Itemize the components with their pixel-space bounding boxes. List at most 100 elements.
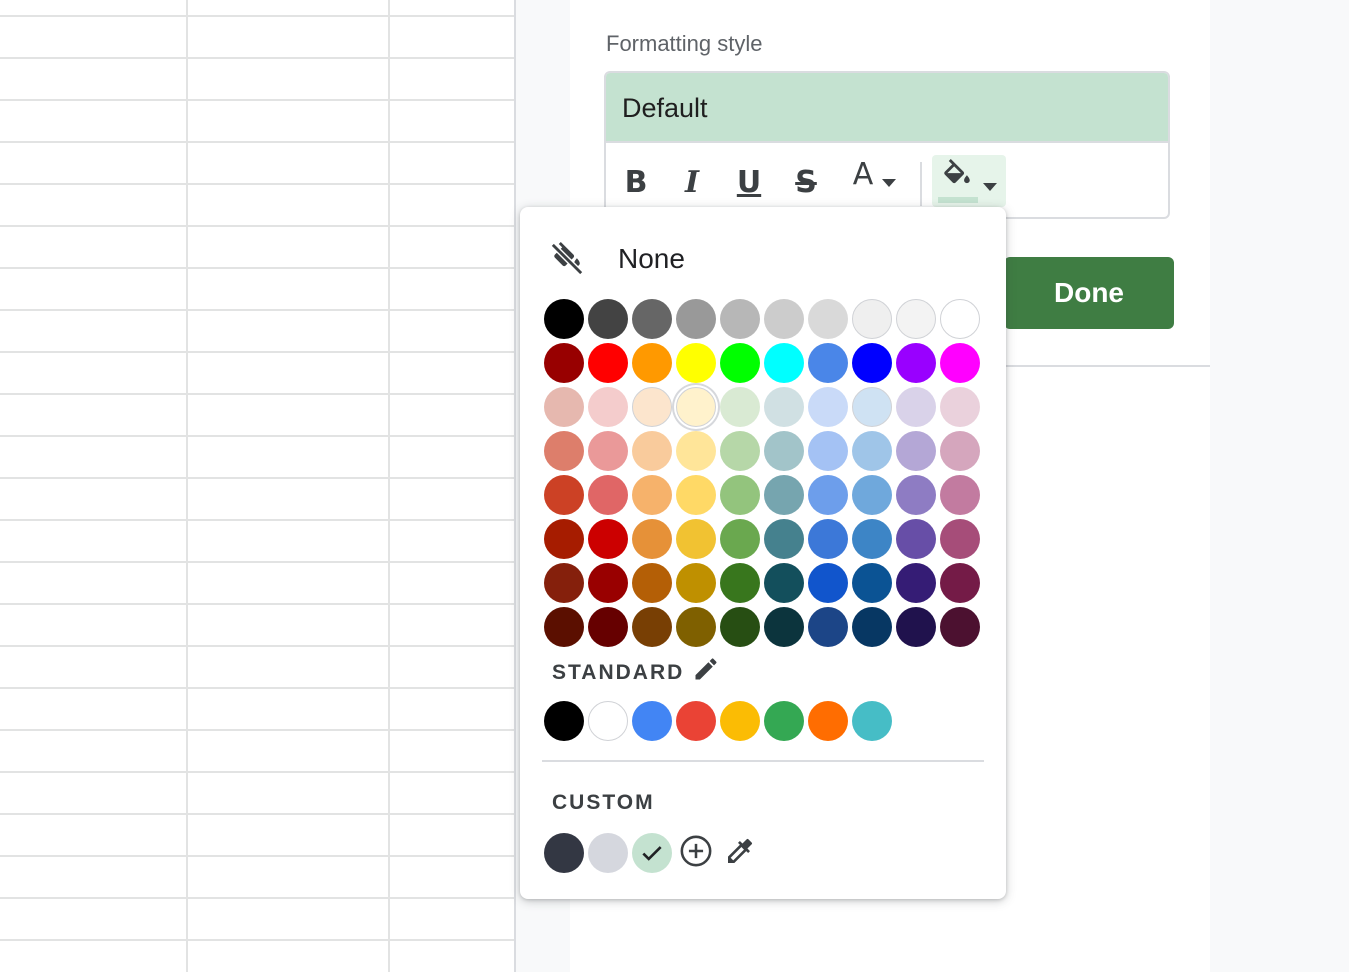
color-swatch[interactable] [808,563,848,603]
text-color-button[interactable]: A [840,150,910,198]
color-swatch[interactable] [588,563,628,603]
color-swatch[interactable] [896,387,936,427]
style-preview[interactable]: Default [606,73,1168,143]
color-swatch[interactable] [852,299,892,339]
color-swatch[interactable] [940,299,980,339]
color-swatch[interactable] [720,607,760,647]
color-swatch[interactable] [896,475,936,515]
color-swatch[interactable] [808,431,848,471]
color-swatch[interactable] [808,343,848,383]
eyedropper-button[interactable] [720,831,760,871]
color-swatch[interactable] [896,563,936,603]
color-swatch[interactable] [852,563,892,603]
color-swatch[interactable] [720,387,760,427]
color-swatch[interactable] [588,607,628,647]
color-swatch[interactable] [544,299,584,339]
color-swatch[interactable] [676,519,716,559]
color-swatch[interactable] [764,431,804,471]
color-swatch[interactable] [544,431,584,471]
standard-color-swatch[interactable] [632,701,672,741]
spreadsheet-grid[interactable] [0,0,516,972]
color-swatch[interactable] [764,607,804,647]
color-swatch[interactable] [808,607,848,647]
standard-color-swatch[interactable] [764,701,804,741]
color-swatch[interactable] [896,607,936,647]
color-swatch[interactable] [588,343,628,383]
color-swatch[interactable] [632,387,672,427]
bold-button[interactable]: B [612,158,660,206]
color-swatch[interactable] [632,299,672,339]
color-swatch[interactable] [764,299,804,339]
color-swatch[interactable] [764,475,804,515]
color-swatch[interactable] [676,475,716,515]
done-button[interactable]: Done [1004,257,1174,329]
color-swatch[interactable] [676,387,716,427]
color-swatch[interactable] [852,475,892,515]
custom-color-swatch[interactable] [588,833,628,873]
color-swatch[interactable] [764,387,804,427]
color-swatch[interactable] [808,299,848,339]
color-swatch[interactable] [764,343,804,383]
color-swatch[interactable] [588,475,628,515]
color-swatch[interactable] [544,475,584,515]
color-swatch[interactable] [676,607,716,647]
color-swatch[interactable] [764,563,804,603]
color-swatch[interactable] [720,519,760,559]
color-swatch[interactable] [676,299,716,339]
color-swatch[interactable] [852,431,892,471]
color-swatch[interactable] [632,431,672,471]
color-swatch[interactable] [940,475,980,515]
color-swatch[interactable] [588,387,628,427]
standard-color-swatch[interactable] [720,701,760,741]
color-swatch[interactable] [676,431,716,471]
color-swatch[interactable] [896,343,936,383]
add-custom-color-button[interactable] [676,831,716,871]
standard-color-swatch[interactable] [676,701,716,741]
color-swatch[interactable] [544,519,584,559]
color-swatch[interactable] [852,343,892,383]
color-swatch[interactable] [632,475,672,515]
color-swatch[interactable] [852,607,892,647]
color-swatch[interactable] [896,431,936,471]
color-swatch[interactable] [676,343,716,383]
color-swatch[interactable] [852,519,892,559]
none-option[interactable]: None [550,237,685,281]
standard-color-swatch[interactable] [808,701,848,741]
color-swatch[interactable] [896,519,936,559]
custom-color-swatch[interactable] [544,833,584,873]
color-swatch[interactable] [588,431,628,471]
color-swatch[interactable] [852,387,892,427]
color-swatch[interactable] [808,387,848,427]
underline-button[interactable]: U [725,158,773,206]
color-swatch[interactable] [720,299,760,339]
color-swatch[interactable] [720,431,760,471]
strikethrough-button[interactable]: S [782,158,830,206]
color-swatch[interactable] [720,475,760,515]
color-swatch[interactable] [544,563,584,603]
color-swatch[interactable] [544,607,584,647]
color-swatch[interactable] [720,343,760,383]
color-swatch[interactable] [940,563,980,603]
color-swatch[interactable] [588,299,628,339]
custom-color-swatch[interactable] [632,833,672,873]
color-swatch[interactable] [588,519,628,559]
color-swatch[interactable] [720,563,760,603]
edit-standard-button[interactable] [686,649,726,689]
color-swatch[interactable] [764,519,804,559]
standard-color-swatch[interactable] [852,701,892,741]
color-swatch[interactable] [544,387,584,427]
color-swatch[interactable] [940,607,980,647]
color-swatch[interactable] [632,563,672,603]
fill-color-button[interactable] [932,155,1006,207]
color-swatch[interactable] [940,431,980,471]
color-swatch[interactable] [940,387,980,427]
color-swatch[interactable] [940,343,980,383]
color-swatch[interactable] [808,519,848,559]
color-swatch[interactable] [544,343,584,383]
color-swatch[interactable] [676,563,716,603]
standard-color-swatch[interactable] [588,701,628,741]
color-swatch[interactable] [632,519,672,559]
color-swatch[interactable] [896,299,936,339]
italic-button[interactable]: I [668,158,716,206]
color-swatch[interactable] [940,519,980,559]
